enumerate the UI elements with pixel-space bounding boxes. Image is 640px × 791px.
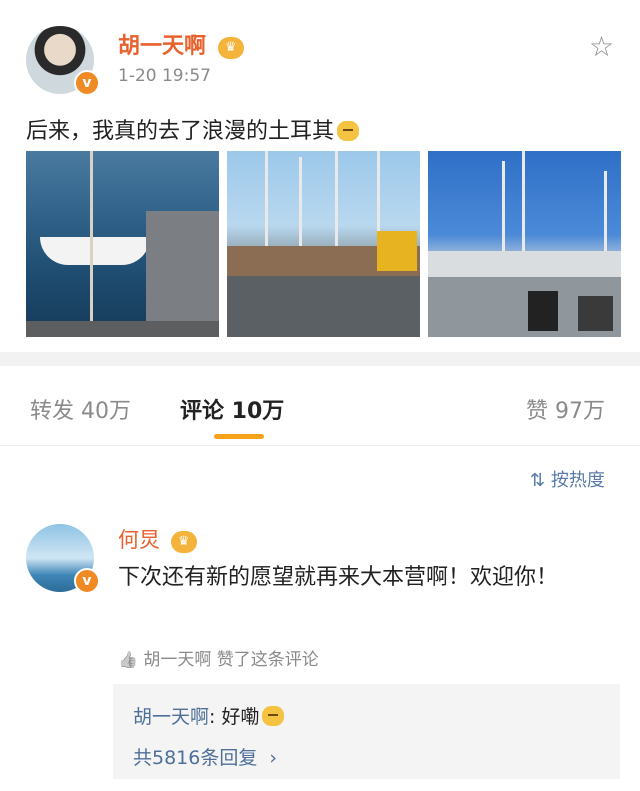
- commenter-name-text[interactable]: 何炅: [118, 528, 160, 552]
- comment-text: 下次还有新的愿望就再来大本营啊！欢迎你！: [118, 565, 559, 590]
- active-tab-indicator: [214, 434, 264, 439]
- reply-colon: :: [209, 706, 222, 728]
- reply-text: 好嘞: [221, 706, 260, 728]
- commenter-name[interactable]: 何炅 ♛: [118, 524, 197, 554]
- reply-author[interactable]: 胡一天啊: [133, 706, 209, 728]
- tab-repost[interactable]: 转发 40万: [30, 393, 131, 425]
- verified-badge-icon: v: [74, 70, 100, 96]
- chevron-right-icon: ›: [269, 747, 278, 769]
- author-name[interactable]: 胡一天啊 ♛: [118, 28, 244, 60]
- verified-badge-icon: v: [74, 568, 100, 594]
- view-replies-link[interactable]: 共5816条回复 ›: [133, 743, 277, 770]
- sort-label: 按热度: [550, 470, 605, 491]
- tab-comment[interactable]: 评论 10万: [180, 393, 284, 425]
- tabs-divider: [0, 445, 640, 446]
- smile-emoji-icon: [262, 706, 285, 726]
- sort-icon: ⇅: [530, 470, 546, 491]
- reply-line: 胡一天啊: 好嘞: [133, 702, 285, 729]
- author-name-text[interactable]: 胡一天啊: [118, 34, 206, 59]
- crown-icon: ♛: [170, 531, 197, 553]
- post-photo-2[interactable]: [227, 151, 420, 337]
- post-text-content: 后来，我真的去了浪漫的土耳其: [26, 119, 335, 144]
- post-text: 后来，我真的去了浪漫的土耳其: [26, 113, 360, 145]
- smile-emoji-icon: [337, 121, 360, 141]
- thumbs-up-icon[interactable]: 👍: [118, 650, 138, 669]
- crown-icon: ♛: [217, 37, 244, 59]
- post-photo-3[interactable]: [428, 151, 621, 337]
- reply-count-text[interactable]: 共5816条回复: [133, 747, 257, 769]
- section-divider: [0, 352, 640, 366]
- post-time: 1-20 19:57: [118, 66, 211, 86]
- sort-by-hot-button[interactable]: ⇅ 按热度: [530, 466, 605, 492]
- tab-like[interactable]: 赞 97万: [526, 393, 605, 425]
- comment-liked-by: 👍 胡一天啊 赞了这条评论: [118, 645, 319, 670]
- post-photo-1[interactable]: [26, 151, 219, 337]
- liked-by-text: 胡一天啊 赞了这条评论: [143, 650, 319, 670]
- favorite-star-icon[interactable]: ☆: [589, 30, 614, 63]
